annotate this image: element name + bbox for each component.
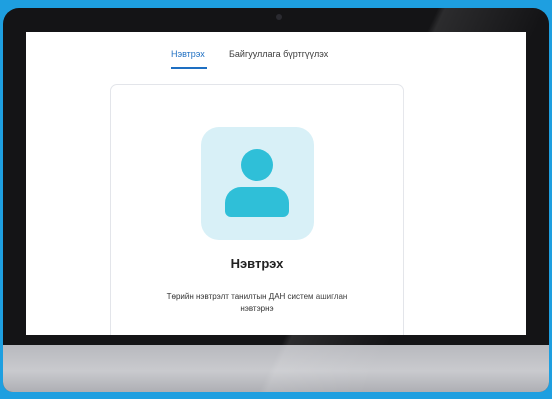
tab-bar: Нэвтрэх Байгууллага бүртгүүлэх [26,32,526,77]
tab-register-organization[interactable]: Байгууллага бүртгүүлэх [229,49,328,59]
login-card[interactable]: Нэвтрэх Төрийн нэвтрэлт танилтын ДАН сис… [110,84,404,335]
avatar-body [225,187,289,217]
tab-login[interactable]: Нэвтрэх [171,49,205,59]
webcam-icon [276,14,282,20]
user-avatar-icon [201,127,314,240]
screen: Нэвтрэх Байгууллага бүртгүүлэх Нэвтрэх Т… [26,32,526,335]
login-card-description: Төрийн нэвтрэлт танилтын ДАН систем ашиг… [166,292,348,313]
active-tab-indicator [171,67,207,69]
avatar-head [241,149,273,181]
monitor-chin [3,345,549,392]
monitor-frame: Нэвтрэх Байгууллага бүртгүүлэх Нэвтрэх Т… [3,8,549,392]
login-card-title: Нэвтрэх [230,256,284,271]
